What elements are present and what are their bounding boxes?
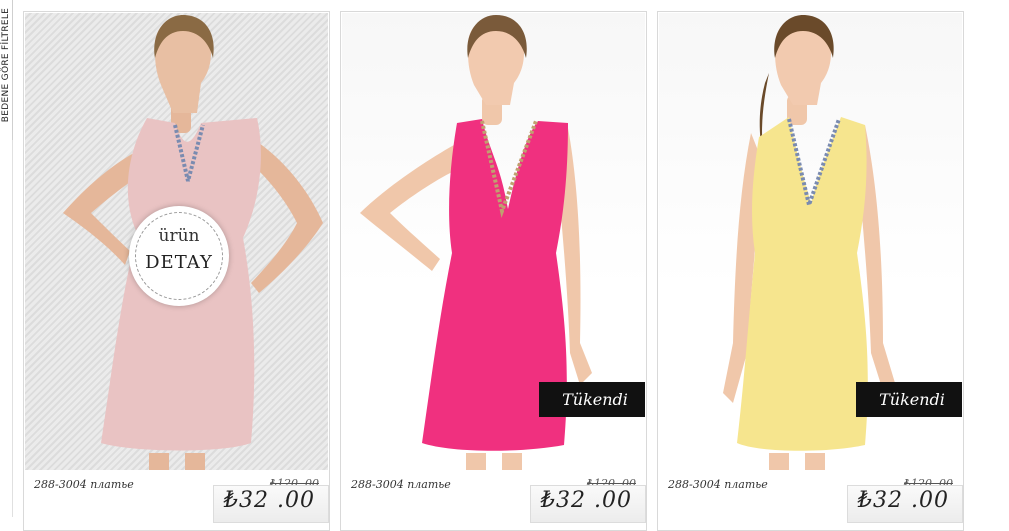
product-card[interactable]: Tükendi 288-3004 платье ₺120 .00 ₺32 .00 [657,11,964,531]
product-image[interactable]: Tükendi [659,13,962,470]
sold-out-label: Tükendi [856,382,962,417]
product-detail-badge[interactable]: ürün DETAY [129,206,229,306]
product-card[interactable]: ürün DETAY 288-3004 платье ₺120 .00 ₺32 … [23,11,330,531]
product-image[interactable]: Tükendi [342,13,645,470]
sidebar-divider [12,140,13,517]
current-price: ₺32 .00 [224,488,315,513]
product-card[interactable]: Tükendi 288-3004 платье ₺120 .00 ₺32 .00 [340,11,647,531]
price-box: ₺32 .00 [213,485,329,523]
badge-line-2: DETAY [145,252,213,273]
product-name[interactable]: 288-3004 платье [34,478,134,491]
price-box: ₺32 .00 [847,485,963,523]
product-grid: ürün DETAY 288-3004 платье ₺120 .00 ₺32 … [23,11,983,531]
badge-line-1: ürün [158,226,200,246]
price-box: ₺32 .00 [530,485,646,523]
product-name[interactable]: 288-3004 платье [668,478,768,491]
product-name[interactable]: 288-3004 платье [351,478,451,491]
sold-out-label: Tükendi [539,382,645,417]
current-price: ₺32 .00 [858,488,949,513]
filter-by-size-tab[interactable]: BEDENE GÖRE FİLTRELE [0,0,13,140]
current-price: ₺32 .00 [541,488,632,513]
product-image[interactable]: ürün DETAY [25,13,328,470]
filter-tab-label: BEDENE GÖRE FİLTRELE [1,7,11,123]
